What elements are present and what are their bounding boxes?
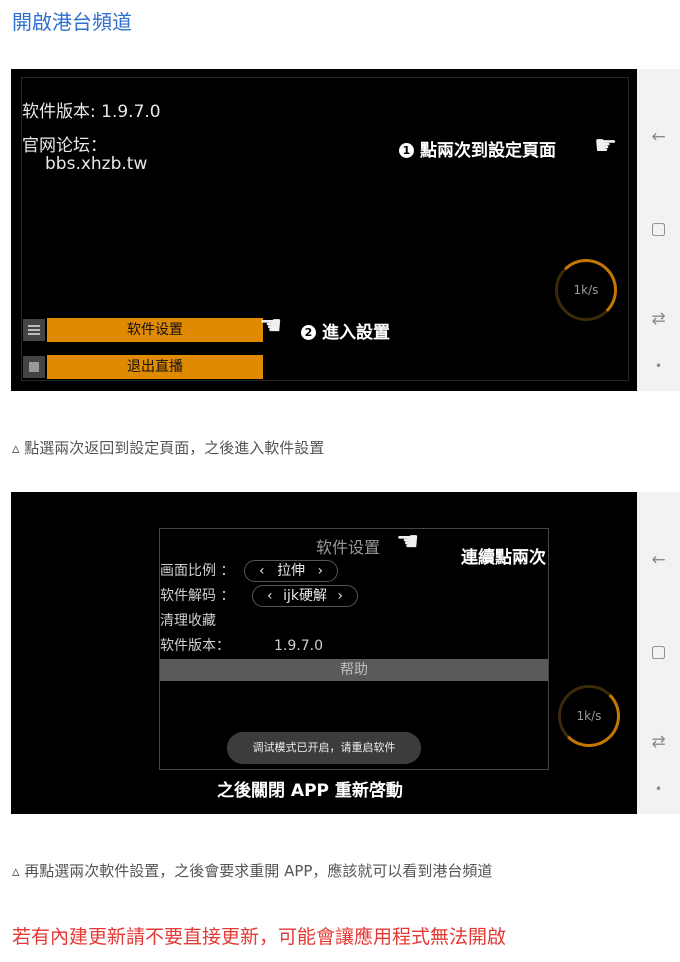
left-arrow-icon[interactable]: ‹ <box>267 588 273 604</box>
settings-row-aspect: 画面比例 ： <box>160 560 234 582</box>
right-arrow-icon[interactable]: › <box>337 588 343 604</box>
number-1-badge: 1 <box>399 143 414 158</box>
speed-arc <box>555 259 617 321</box>
help-button[interactable]: 帮助 <box>160 659 548 681</box>
exit-live-button[interactable]: 退出直播 <box>47 355 263 379</box>
version-value: 1.9.7.0 <box>274 638 323 654</box>
android-nav-bar-2: ← ▢ ⇄ • <box>637 492 680 814</box>
pointing-hand-icon: ☚ <box>259 311 283 341</box>
stop-icon[interactable] <box>23 356 45 378</box>
decode-value: ijk硬解 <box>283 588 327 604</box>
dialog-title: 软件设置 <box>316 538 381 557</box>
aspect-selector[interactable]: ‹ 拉伸 › <box>244 560 338 582</box>
annotation-double-tap: 連續點兩次 <box>461 548 546 568</box>
switch-icon[interactable]: ⇄ <box>637 732 680 752</box>
forum-label: 官网论坛： <box>22 136 107 156</box>
clear-favorites-button[interactable]: 清理收藏 <box>160 610 216 632</box>
annotation-1: 1 點兩次到設定頁面 <box>399 136 556 161</box>
page-heading: 開啟港台頻道 <box>12 10 132 34</box>
annotation-2: 2 進入設置 <box>301 318 390 343</box>
annotation-restart: 之後關閉 APP 重新啓動 <box>217 781 403 801</box>
back-arrow-icon[interactable]: ← <box>637 550 680 570</box>
caption-1: ▵ 點選兩次返回到設定頁面，之後進入軟件設置 <box>12 439 325 457</box>
screenshot-1: 软件版本: 1.9.7.0 官网论坛： bbs.xhzb.tw 1 點兩次到設定頁… <box>11 69 637 391</box>
warning-text: 若有內建更新請不要直接更新，可能會讓應用程式無法開啟 <box>12 926 507 948</box>
android-nav-bar-1: ← ▢ ⇄ • <box>637 69 680 391</box>
number-2-badge: 2 <box>301 325 316 340</box>
aspect-label: 画面比例 ： <box>160 563 235 579</box>
aspect-value: 拉伸 <box>277 563 306 579</box>
annotation-2-text: 進入設置 <box>322 323 390 343</box>
version-text: 软件版本: 1.9.7.0 <box>22 102 161 122</box>
speed-arc <box>558 685 620 747</box>
left-arrow-icon[interactable]: ‹ <box>259 563 265 579</box>
dot-icon: • <box>654 359 663 373</box>
pointing-hand-icon: ☚ <box>396 527 420 557</box>
dot-icon: • <box>654 782 663 796</box>
recents-square-icon[interactable]: ▢ <box>637 642 680 662</box>
recents-square-icon[interactable]: ▢ <box>637 219 680 239</box>
menu-icon[interactable] <box>23 319 45 341</box>
decode-label: 软件解码 ： <box>160 588 235 604</box>
forum-url[interactable]: bbs.xhzb.tw <box>45 154 147 174</box>
right-arrow-icon[interactable]: › <box>318 563 324 579</box>
screenshot-2: 软件设置 ☚ 画面比例 ： ‹ 拉伸 › 软件解码 ： ‹ ijk硬解 › 清理… <box>11 492 637 814</box>
annotation-1-text: 點兩次到設定頁面 <box>420 141 556 161</box>
decode-selector[interactable]: ‹ ijk硬解 › <box>252 585 358 607</box>
toast-message: 调试模式已开启，请重启软件 <box>227 732 421 764</box>
settings-row-decode: 软件解码 ： <box>160 585 234 607</box>
caption-2: ▵ 再點選兩次軟件設置，之後會要求重開 APP，應該就可以看到港台頻道 <box>12 862 493 880</box>
back-arrow-icon[interactable]: ← <box>637 127 680 147</box>
pointing-hand-icon: ☛ <box>594 131 618 161</box>
switch-icon[interactable]: ⇄ <box>637 309 680 329</box>
version-label: 软件版本： <box>160 638 230 654</box>
software-settings-button[interactable]: 软件设置 <box>47 318 263 342</box>
